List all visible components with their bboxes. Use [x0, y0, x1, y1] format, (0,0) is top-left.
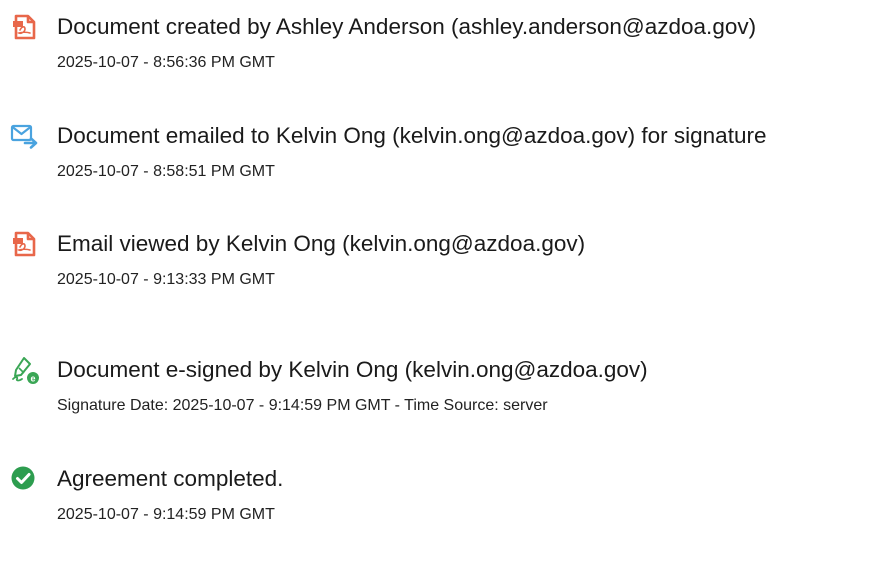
- event-timestamp: 2025-10-07 - 9:14:59 PM GMT: [57, 506, 275, 523]
- document-created-icon: [10, 12, 40, 42]
- svg-text:e: e: [30, 374, 35, 384]
- event-signature-date: Signature Date: 2025-10-07 - 9:14:59 PM …: [57, 397, 548, 414]
- email-viewed-icon: [10, 229, 40, 259]
- event-title: Document emailed to Kelvin Ong (kelvin.o…: [57, 123, 767, 148]
- audit-event-created: Document created by Ashley Anderson (ash…: [0, 12, 895, 112]
- audit-event-completed: Agreement completed. 2025-10-07 - 9:14:5…: [0, 464, 895, 564]
- audit-event-emailed: Document emailed to Kelvin Ong (kelvin.o…: [0, 121, 895, 221]
- event-title: Document created by Ashley Anderson (ash…: [57, 14, 757, 39]
- event-timestamp: 2025-10-07 - 8:58:51 PM GMT: [57, 163, 275, 180]
- audit-event-signed: e Document e-signed by Kelvin Ong (kelvi…: [0, 355, 895, 455]
- event-title: Agreement completed.: [57, 466, 284, 491]
- event-title: Document e-signed by Kelvin Ong (kelvin.…: [57, 357, 648, 382]
- audit-event-viewed: Email viewed by Kelvin Ong (kelvin.ong@a…: [0, 229, 895, 329]
- e-signed-icon: e: [10, 355, 40, 385]
- email-sent-icon: [10, 121, 40, 151]
- agreement-completed-icon: [10, 464, 40, 494]
- event-timestamp: 2025-10-07 - 8:56:36 PM GMT: [57, 54, 275, 71]
- event-title: Email viewed by Kelvin Ong (kelvin.ong@a…: [57, 231, 586, 256]
- event-timestamp: 2025-10-07 - 9:13:33 PM GMT: [57, 271, 275, 288]
